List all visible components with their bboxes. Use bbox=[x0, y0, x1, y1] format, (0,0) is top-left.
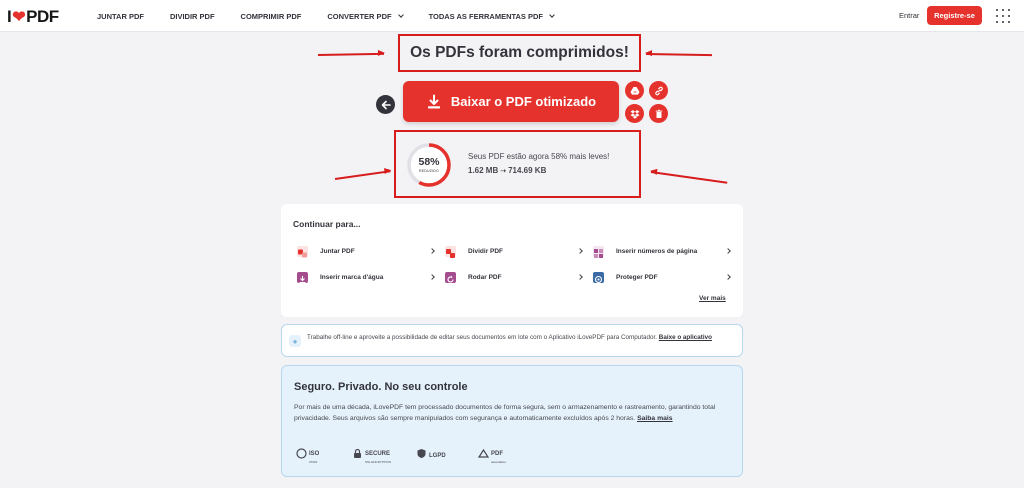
tool-split-pdf[interactable]: Dividir PDF bbox=[445, 243, 583, 259]
download-label: Baixar o PDF otimizado bbox=[450, 94, 597, 109]
tool-label: Rodar PDF bbox=[468, 273, 502, 281]
continue-title: Continuar para... bbox=[293, 219, 361, 229]
chevron-right-icon bbox=[725, 274, 731, 280]
padlock-icon bbox=[354, 448, 361, 458]
rotate-pdf-icon bbox=[445, 271, 456, 283]
see-more-link[interactable]: Ver mais bbox=[699, 295, 726, 302]
size-before: 1.62 MB bbox=[468, 166, 499, 175]
security-text: Por mais de uma década, iLovePDF tem pro… bbox=[294, 404, 716, 422]
arrow-right-icon: ➝ bbox=[500, 167, 507, 175]
chevron-right-icon bbox=[725, 248, 731, 254]
dropbox-button[interactable] bbox=[625, 104, 644, 123]
trash-icon bbox=[655, 109, 662, 118]
tool-label: Juntar PDF bbox=[320, 247, 355, 255]
chevron-right-icon bbox=[429, 274, 435, 280]
ssl-badge: SECURE SSL ENCRYPTION bbox=[352, 445, 391, 464]
nav-item-all-tools[interactable]: TODAS AS FERRAMENTAS PDF bbox=[429, 11, 555, 21]
nav-item-compress[interactable]: COMPRIMIR PDF bbox=[241, 12, 302, 21]
chevron-right-icon bbox=[429, 248, 435, 254]
tool-merge-pdf[interactable]: Juntar PDF bbox=[297, 243, 435, 259]
download-app-link[interactable]: Baixe o aplicativo bbox=[659, 334, 712, 341]
tool-label: Inserir números de página bbox=[616, 247, 698, 255]
gauge-label: 58% REDUZIDO bbox=[406, 142, 452, 188]
iso-icon bbox=[296, 447, 307, 459]
pdf-association-icon bbox=[478, 448, 489, 458]
reduced-label: REDUZIDO bbox=[419, 169, 439, 173]
nav-item-merge[interactable]: JUNTAR PDF bbox=[97, 12, 144, 21]
page-numbers-icon bbox=[593, 245, 604, 258]
desktop-app-banner: ● Trabalhe off-line e aproveite a possib… bbox=[281, 324, 743, 357]
lgpd-badge: LGPD bbox=[416, 445, 446, 461]
google-drive-button[interactable] bbox=[625, 81, 644, 100]
size-after: 714.69 KB bbox=[508, 166, 547, 175]
compression-summary: 58% REDUZIDO Seus PDF estão agora 58% ma… bbox=[394, 130, 641, 198]
desktop-app-text: Trabalhe off-line e aproveite a possibil… bbox=[307, 334, 712, 341]
pdf-association-badge: PDF association bbox=[478, 445, 506, 464]
tool-label: Dividir PDF bbox=[468, 247, 504, 255]
chevron-down-icon bbox=[549, 11, 555, 18]
main-nav: JUNTAR PDF DIVIDIR PDF COMPRIMIR PDF CON… bbox=[97, 0, 580, 32]
file-sizes: 1.62 MB ➝ 714.69 KB bbox=[468, 166, 546, 175]
lightbulb-icon: ● bbox=[289, 335, 301, 347]
lock-icon bbox=[593, 271, 604, 283]
continue-to-card: Continuar para... Juntar PDF Dividir PDF… bbox=[281, 204, 743, 317]
annotation-arrow bbox=[334, 170, 391, 180]
tool-rotate-pdf[interactable]: Rodar PDF bbox=[445, 269, 583, 285]
tool-label: Proteger PDF bbox=[616, 273, 658, 281]
split-pdf-icon bbox=[445, 245, 456, 258]
tool-protect-pdf[interactable]: Proteger PDF bbox=[593, 269, 731, 285]
annotation-arrow bbox=[317, 52, 385, 56]
tool-page-numbers[interactable]: Inserir números de página bbox=[593, 243, 731, 259]
tool-label: Inserir marca d'água bbox=[320, 273, 384, 281]
ilovepdf-logo[interactable]: I ❤ PDF bbox=[7, 7, 59, 27]
download-button[interactable]: Baixar o PDF otimizado bbox=[403, 81, 619, 122]
shield-icon bbox=[417, 448, 426, 458]
chevron-right-icon bbox=[577, 248, 583, 254]
nav-item-split[interactable]: DIVIDIR PDF bbox=[170, 12, 215, 21]
merge-pdf-icon bbox=[297, 245, 308, 257]
google-drive-icon bbox=[630, 86, 639, 95]
logo-prefix: I bbox=[7, 7, 12, 26]
learn-more-link[interactable]: Saiba mais bbox=[637, 415, 673, 422]
login-link[interactable]: Entrar bbox=[899, 11, 919, 20]
apps-grid-icon[interactable] bbox=[996, 9, 1010, 23]
title-highlight-box: Os PDFs foram comprimidos! bbox=[398, 34, 641, 72]
download-icon bbox=[427, 94, 440, 108]
logo-suffix: PDF bbox=[26, 7, 59, 26]
copy-link-button[interactable] bbox=[649, 81, 668, 100]
security-title: Seguro. Privado. No seu controle bbox=[294, 381, 468, 393]
link-icon bbox=[654, 86, 663, 95]
watermark-icon bbox=[297, 271, 308, 283]
signup-button[interactable]: Registre-se bbox=[927, 6, 982, 25]
tool-watermark[interactable]: Inserir marca d'água bbox=[297, 269, 435, 285]
page-title: Os PDFs foram comprimidos! bbox=[410, 44, 629, 61]
nav-item-convert[interactable]: CONVERTER PDF bbox=[327, 11, 404, 21]
iso-badge: ISO 27001 bbox=[296, 445, 319, 464]
annotation-arrow bbox=[650, 171, 728, 184]
top-navigation-bar: I ❤ PDF JUNTAR PDF DIVIDIR PDF COMPRIMIR… bbox=[0, 0, 1024, 32]
annotation-arrow bbox=[645, 53, 713, 56]
heart-icon: ❤ bbox=[12, 9, 26, 26]
delete-button[interactable] bbox=[649, 104, 668, 123]
reduction-percent: 58% bbox=[418, 156, 440, 168]
back-button[interactable] bbox=[376, 95, 395, 114]
arrow-left-icon bbox=[381, 100, 391, 109]
chevron-right-icon bbox=[577, 274, 583, 280]
chevron-down-icon bbox=[397, 11, 404, 18]
security-card: Seguro. Privado. No seu controle Por mai… bbox=[281, 365, 743, 477]
compression-message: Seus PDF estão agora 58% mais leves! bbox=[468, 152, 610, 161]
dropbox-icon bbox=[630, 109, 639, 119]
